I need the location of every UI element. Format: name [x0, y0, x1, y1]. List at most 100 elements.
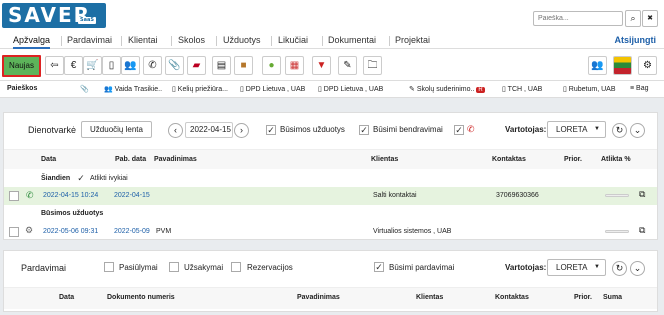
search-icon[interactable]: ⌕ [625, 10, 641, 27]
orders-checkbox[interactable] [169, 262, 179, 272]
date-field[interactable]: 2022-04-15 [185, 122, 233, 138]
col-date: Data [59, 294, 75, 301]
tab-klientai[interactable]: Klientai [128, 35, 158, 49]
ticket-icon[interactable]: ▰ [187, 56, 206, 75]
col-contact: Kontaktas [492, 156, 526, 163]
col-name: Pavadinimas [154, 156, 197, 163]
nav-divider [171, 36, 172, 46]
new-button[interactable]: Naujas [2, 55, 41, 77]
external-link-icon[interactable]: ⧉ [639, 225, 645, 236]
done-events-checkbox[interactable]: ✓ [76, 174, 86, 184]
prev-date-icon[interactable]: ‹ [168, 123, 183, 138]
user-select[interactable]: LORETA ▼ [547, 121, 606, 138]
row-pab[interactable]: 2022-04-15 [114, 192, 150, 199]
language-flag-icon[interactable] [613, 56, 632, 75]
reservations-label: Rezervacijos [247, 263, 293, 272]
phone-icon[interactable]: ✆ [143, 56, 162, 75]
logout-link[interactable]: Atsijungti [615, 35, 657, 49]
recent-item[interactable]: ▯ Rubetum, UAB [563, 85, 615, 93]
future-tasks-checkbox[interactable]: ✓ [266, 125, 276, 135]
table-row[interactable]: ⚙ 2022-05-06 09:31 2022-05-09 PVM Virtua… [4, 223, 657, 240]
row-checkbox[interactable] [9, 191, 19, 201]
paperclip-icon[interactable]: 📎 [165, 56, 184, 75]
calendar-icon[interactable]: ▦ [285, 56, 304, 75]
orders-label: Užsakymai [184, 263, 224, 272]
refresh-icon[interactable]: ↻ [612, 123, 627, 138]
tab-dokumentai[interactable]: Dokumentai [328, 35, 376, 49]
row-client[interactable]: Salti kontaktai [373, 192, 417, 199]
recent-item[interactable]: ▯ TCH , UAB [502, 85, 542, 93]
back-arrow-icon[interactable]: ⇦ [45, 56, 64, 75]
user-group-icon[interactable]: 👥 [588, 56, 607, 75]
nav-divider [322, 36, 323, 46]
external-link-icon[interactable]: ⧉ [639, 189, 645, 200]
col-client: Klientas [371, 156, 399, 163]
chevron-down-icon: ▼ [594, 264, 600, 270]
recent-item[interactable]: ≡ Bag [630, 85, 649, 92]
future-common-checkbox[interactable]: ✓ [359, 125, 369, 135]
nav-divider [121, 36, 122, 46]
globe-icon[interactable]: ● [262, 56, 281, 75]
col-client: Klientas [416, 294, 444, 301]
collapse-icon[interactable]: ⌄ [630, 261, 645, 276]
tasks-board-button[interactable]: Užduočių lenta [81, 121, 152, 138]
offers-label: Pasiūlymai [119, 263, 158, 272]
row-date[interactable]: 2022-05-06 09:31 [43, 228, 98, 235]
table-row[interactable]: ✆ 2022-04-15 10:24 2022-04-15 Salti kont… [4, 187, 657, 205]
invoice-icon[interactable]: ▤ [212, 56, 231, 75]
reservations-checkbox[interactable] [231, 262, 241, 272]
row-name: PVM [156, 228, 172, 235]
cart-icon[interactable]: 🛒 [83, 56, 102, 75]
main-nav: Apžvalga Pardavimai Klientai Skolos Uždu… [0, 32, 664, 49]
offers-checkbox[interactable] [104, 262, 114, 272]
recent-item[interactable]: ▯ DPD Lietuva , UAB [318, 85, 383, 93]
tab-apzvalga[interactable]: Apžvalga [13, 35, 51, 49]
tab-pardavimai[interactable]: Pardavimai [67, 35, 112, 49]
col-date: Data [41, 156, 57, 163]
folder-icon[interactable]: 🗀 [363, 56, 382, 75]
diary-panel: Dienotvarkė Užduočių lenta ‹ 2022-04-15 … [3, 112, 658, 240]
close-icon[interactable]: ✖ [642, 10, 658, 27]
phone-icon: ✆ [467, 124, 475, 134]
euro-icon[interactable]: € [64, 56, 83, 75]
future-sales-checkbox[interactable]: ✓ [374, 262, 384, 272]
recent-item[interactable]: ▯ DPD Lietuva , UAB [240, 85, 305, 93]
col-prior: Prior. [564, 156, 582, 163]
filter-icon[interactable]: ▼ [312, 56, 331, 75]
row-pab[interactable]: 2022-05-09 [114, 228, 150, 235]
sales-user-select[interactable]: LORETA ▼ [547, 259, 606, 276]
tab-skolos[interactable]: Skolos [178, 35, 205, 49]
sales-title: Pardavimai [21, 263, 67, 273]
col-sum: Suma [603, 294, 623, 301]
recent-item[interactable]: 👥 Vaida Trasikie.. [104, 85, 162, 93]
document-icon[interactable]: ▯ [102, 56, 121, 75]
refresh-icon[interactable]: ↻ [612, 261, 627, 276]
today-section: Šiandien ✓ Atlikti ivykiai [4, 170, 657, 187]
col-docnum: Dokumento numeris [107, 294, 175, 301]
search-input[interactable] [533, 11, 623, 26]
tab-projektai[interactable]: Projektai [395, 35, 430, 49]
col-pab: Pab. data [115, 156, 147, 163]
nav-divider [389, 36, 390, 46]
row-client[interactable]: Virtualios sistemos , UAB [373, 228, 451, 235]
col-name: Pavadinimas [297, 294, 340, 301]
next-date-icon[interactable]: › [234, 123, 249, 138]
gear-icon[interactable]: ⚙ [638, 56, 657, 75]
recent-item[interactable]: ▯ Kelių priežiūra... [172, 85, 228, 93]
row-date[interactable]: 2022-04-15 10:24 [43, 192, 98, 199]
gears-icon: ⚙ [25, 225, 34, 235]
row-checkbox[interactable] [9, 227, 19, 237]
users-icon[interactable]: 👥 [121, 56, 140, 75]
collapse-icon[interactable]: ⌄ [630, 123, 645, 138]
tab-likuciai[interactable]: Likučiai [278, 35, 308, 49]
app-logo[interactable]: SAVER SaaS [2, 3, 106, 28]
tab-uzduotys[interactable]: Užduotys [223, 35, 261, 49]
row-contact: 37069630366 [496, 192, 539, 199]
recent-item[interactable]: ✎ Skolų suderinimo.. R [409, 85, 485, 93]
sales-header-row: Data Dokumento numeris Pavadinimas Klien… [4, 287, 657, 309]
sales-user-value: LORETA [556, 263, 588, 272]
col-contact: Kontaktas [495, 294, 529, 301]
edit-icon[interactable]: ✎ [338, 56, 357, 75]
box-icon[interactable]: ■ [234, 56, 253, 75]
phone-filter-checkbox[interactable]: ✓ [454, 125, 464, 135]
